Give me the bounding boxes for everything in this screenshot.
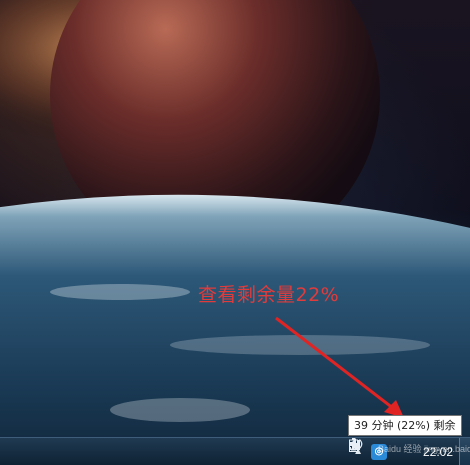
battery-shape-icon bbox=[349, 438, 359, 452]
taskbar: ▲ ◎ 22:02 bbox=[0, 437, 470, 465]
cloud-band bbox=[50, 284, 190, 300]
desktop-wallpaper: 查看剩余量22% 39 分钟 (22%) 剩余 ▲ ◎ 22:02 Baidu … bbox=[0, 0, 470, 465]
app-tray-icon[interactable]: ◎ bbox=[370, 438, 387, 465]
clock[interactable]: 22:02 bbox=[423, 438, 453, 465]
show-desktop-button[interactable] bbox=[459, 438, 470, 465]
cloud-band bbox=[110, 398, 250, 422]
wallpaper-art bbox=[0, 0, 470, 465]
system-tray: ▲ ◎ 22:02 bbox=[349, 438, 470, 465]
app-icon: ◎ bbox=[370, 443, 387, 460]
annotation-label: 查看剩余量22% bbox=[198, 284, 340, 306]
battery-tooltip: 39 分钟 (22%) 剩余 bbox=[348, 415, 462, 436]
